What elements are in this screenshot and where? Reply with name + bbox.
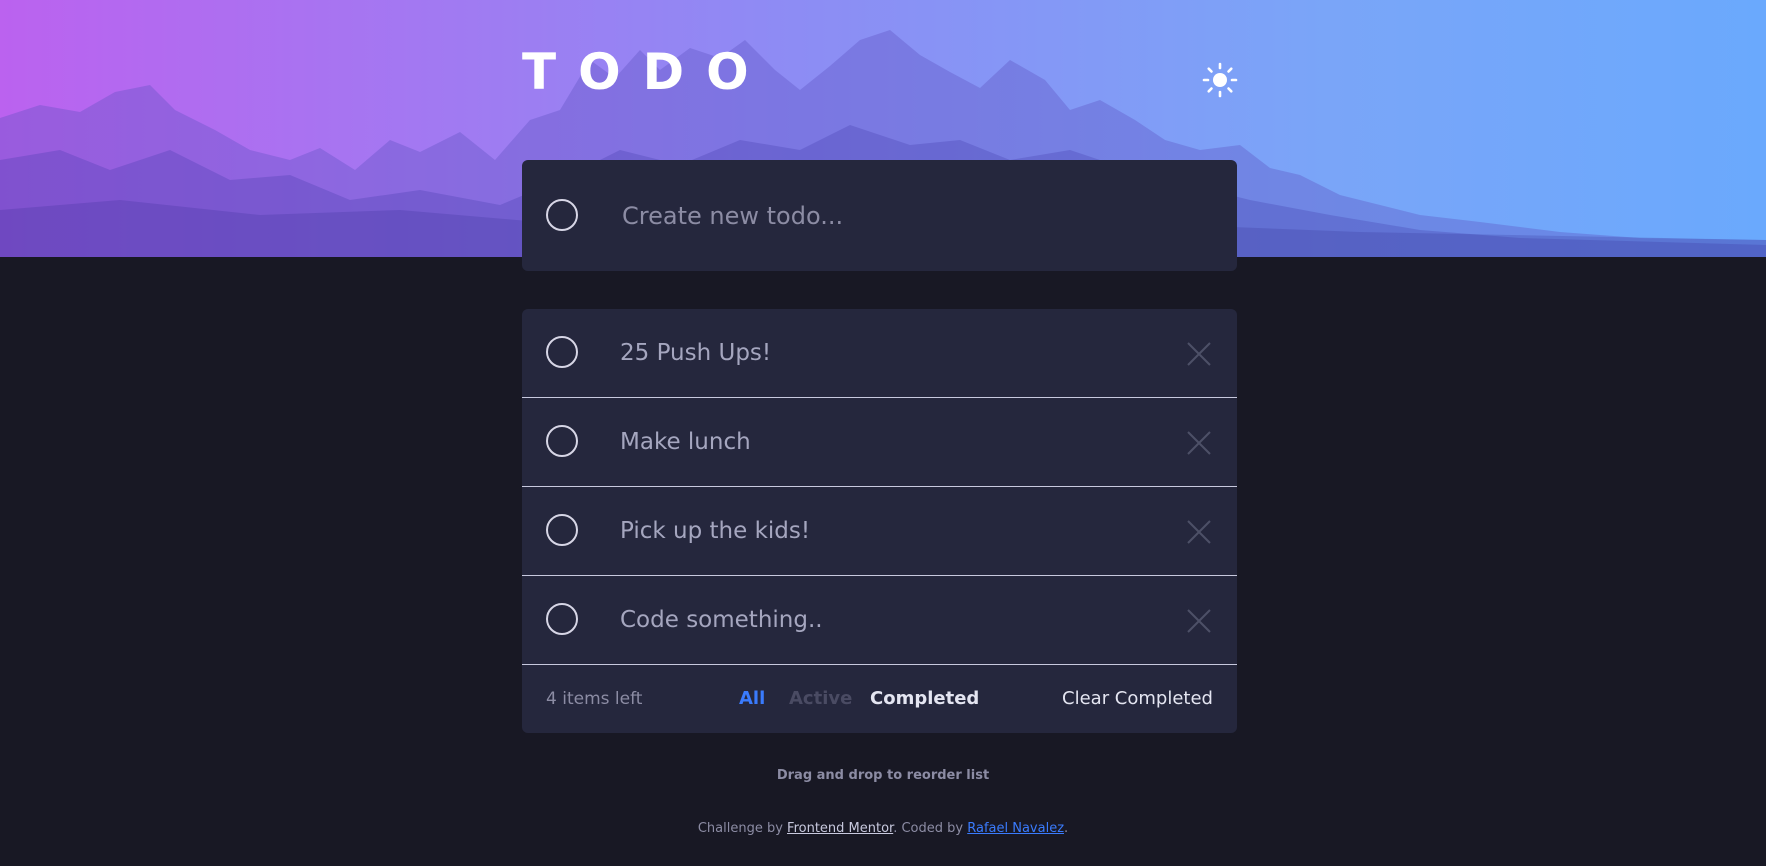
close-icon bbox=[1187, 431, 1211, 455]
drag-drop-hint: Drag and drop to reorder list bbox=[776, 768, 990, 783]
delete-todo-button[interactable] bbox=[1186, 430, 1212, 456]
todo-list: 25 Push Ups! Make lunch Pick up the kids… bbox=[522, 309, 1237, 733]
items-left-count: 4 items left bbox=[546, 689, 643, 709]
delete-todo-button[interactable] bbox=[1186, 608, 1212, 634]
app-title: TODO bbox=[522, 43, 771, 101]
frontend-mentor-link[interactable]: Frontend Mentor bbox=[787, 821, 893, 836]
create-todo-checkbox[interactable] bbox=[546, 199, 578, 231]
clear-completed-button[interactable]: Clear Completed bbox=[1062, 687, 1213, 711]
todo-text: 25 Push Ups! bbox=[620, 340, 772, 366]
attribution-prefix: Challenge by bbox=[697, 821, 788, 836]
todo-checkbox[interactable] bbox=[546, 336, 578, 368]
todo-checkbox[interactable] bbox=[546, 425, 578, 457]
todo-item[interactable]: 25 Push Ups! bbox=[522, 309, 1237, 398]
theme-toggle-button[interactable] bbox=[1202, 62, 1238, 98]
todo-text: Pick up the kids! bbox=[620, 518, 811, 544]
sun-icon bbox=[1202, 62, 1238, 98]
filter-active-button[interactable]: Active bbox=[789, 687, 852, 711]
todo-checkbox[interactable] bbox=[546, 603, 578, 635]
attribution: Challenge by Frontend Mentor. Coded by R… bbox=[0, 820, 1766, 838]
filter-completed-button[interactable]: Completed bbox=[870, 687, 979, 711]
close-icon bbox=[1187, 342, 1211, 366]
todo-text: Make lunch bbox=[620, 429, 751, 455]
todo-item[interactable]: Pick up the kids! bbox=[522, 487, 1237, 576]
create-todo-input[interactable] bbox=[620, 190, 1204, 242]
todo-footer: 4 items left All Active Completed Clear … bbox=[522, 665, 1237, 733]
close-icon bbox=[1187, 609, 1211, 633]
close-icon bbox=[1187, 520, 1211, 544]
attribution-suffix: . bbox=[1064, 821, 1069, 836]
todo-item[interactable]: Make lunch bbox=[522, 398, 1237, 487]
todo-text: Code something.. bbox=[620, 607, 823, 633]
filter-all-button[interactable]: All bbox=[739, 687, 765, 711]
attribution-middle: . Coded by bbox=[893, 821, 968, 836]
todo-item[interactable]: Code something.. bbox=[522, 576, 1237, 665]
author-link[interactable]: Rafael Navalez bbox=[967, 821, 1064, 836]
todo-checkbox[interactable] bbox=[546, 514, 578, 546]
create-todo-card bbox=[522, 160, 1237, 271]
delete-todo-button[interactable] bbox=[1186, 519, 1212, 545]
delete-todo-button[interactable] bbox=[1186, 341, 1212, 367]
